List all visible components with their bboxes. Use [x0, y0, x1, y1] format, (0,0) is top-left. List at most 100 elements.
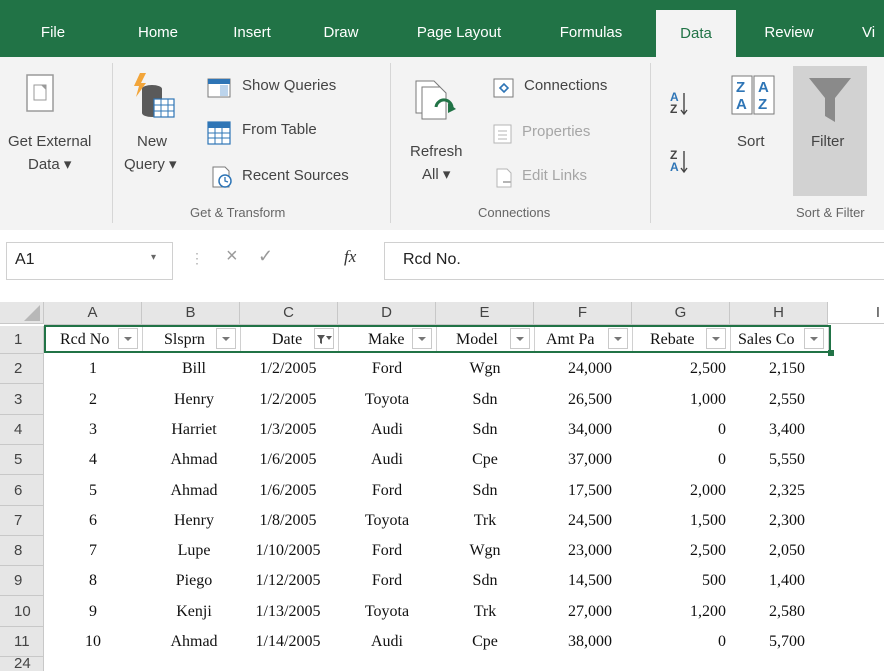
tab-formulas[interactable]: Formulas: [547, 0, 635, 57]
cell-make[interactable]: Ford: [338, 354, 436, 384]
cell-date[interactable]: 1/2/2005: [240, 354, 336, 384]
cell-rcd-no[interactable]: 5: [44, 475, 142, 506]
cell-sales-commission[interactable]: 5,550: [730, 445, 805, 475]
sort-ascending-button[interactable]: A Z: [668, 87, 690, 121]
row-header[interactable]: 7: [0, 506, 44, 536]
cell-sales-commission[interactable]: 2,050: [730, 536, 805, 566]
cell-sales-commission[interactable]: 2,580: [730, 596, 805, 627]
formula-input[interactable]: Rcd No.: [384, 242, 884, 280]
cell-model[interactable]: Cpe: [436, 445, 534, 475]
cell-rebate[interactable]: 1,200: [632, 596, 726, 627]
cell-rcd-no[interactable]: 10: [44, 627, 142, 657]
cell-salesperson[interactable]: Harriet: [142, 415, 246, 445]
column-header-i[interactable]: I: [828, 302, 884, 324]
header-cell-make[interactable]: Make: [338, 326, 437, 353]
cell-model[interactable]: Sdn: [436, 566, 534, 596]
filter-dropdown-button[interactable]: [216, 328, 236, 349]
cell-rcd-no[interactable]: 9: [44, 596, 142, 627]
cell-rebate[interactable]: 2,500: [632, 536, 726, 566]
cell-salesperson[interactable]: Bill: [142, 354, 246, 384]
cell-date[interactable]: 1/10/2005: [240, 536, 336, 566]
column-header-h[interactable]: H: [730, 302, 828, 325]
cell-rcd-no[interactable]: 1: [44, 354, 142, 384]
cell-salesperson[interactable]: Henry: [142, 506, 246, 536]
cell-rebate[interactable]: 2,500: [632, 354, 726, 384]
tab-home[interactable]: Home: [126, 0, 190, 57]
cell-rcd-no[interactable]: 4: [44, 445, 142, 475]
cell-model[interactable]: Trk: [436, 596, 534, 627]
cell-model[interactable]: Trk: [436, 506, 534, 536]
chevron-down-icon[interactable]: ▾: [151, 252, 156, 263]
fill-handle[interactable]: [828, 350, 834, 356]
header-cell-rebate[interactable]: Rebate: [632, 326, 731, 353]
cell-model[interactable]: Sdn: [436, 384, 534, 415]
cell-rebate[interactable]: 2,000: [632, 475, 726, 506]
cell-amount-paid[interactable]: 27,000: [534, 596, 612, 627]
cell-date[interactable]: 1/14/2005: [240, 627, 336, 657]
cell-rebate[interactable]: 500: [632, 566, 726, 596]
cell-date[interactable]: 1/3/2005: [240, 415, 336, 445]
cell-date[interactable]: 1/13/2005: [240, 596, 336, 627]
cell-make[interactable]: Ford: [338, 475, 436, 506]
tab-file[interactable]: File: [30, 0, 76, 57]
filter-button[interactable]: Filter: [793, 66, 867, 196]
cell-sales-commission[interactable]: 2,300: [730, 506, 805, 536]
sort-descending-button[interactable]: Z A: [668, 145, 690, 179]
enter-check-icon[interactable]: ✓: [258, 246, 273, 267]
row-header[interactable]: 3: [0, 384, 44, 415]
cell-make[interactable]: Ford: [338, 536, 436, 566]
row-header[interactable]: 6: [0, 475, 44, 506]
select-all-corner[interactable]: [0, 302, 44, 324]
cell-model[interactable]: Wgn: [436, 354, 534, 384]
cell-amount-paid[interactable]: 17,500: [534, 475, 612, 506]
cell-sales-commission[interactable]: 5,700: [730, 627, 805, 657]
cell-rebate[interactable]: 1,500: [632, 506, 726, 536]
name-box[interactable]: A1 ▾: [6, 242, 173, 280]
cell-model[interactable]: Sdn: [436, 475, 534, 506]
row-header[interactable]: 1: [0, 326, 44, 354]
cell-rebate[interactable]: 0: [632, 415, 726, 445]
cell-amount-paid[interactable]: 24,000: [534, 354, 612, 384]
header-cell-sales-commission[interactable]: Sales Co: [730, 326, 829, 353]
filter-dropdown-button[interactable]: [804, 328, 824, 349]
cell-sales-commission[interactable]: 2,325: [730, 475, 805, 506]
row-header[interactable]: 10: [0, 596, 44, 627]
row-header[interactable]: 8: [0, 536, 44, 566]
filter-applied-dropdown-button[interactable]: [314, 328, 334, 349]
cell-sales-commission[interactable]: 2,550: [730, 384, 805, 415]
cell-rcd-no[interactable]: 3: [44, 415, 142, 445]
cell-date[interactable]: 1/12/2005: [240, 566, 336, 596]
cell-amount-paid[interactable]: 24,500: [534, 506, 612, 536]
cell-sales-commission[interactable]: 2,150: [730, 354, 805, 384]
header-cell-rcd-no[interactable]: Rcd No: [44, 326, 143, 353]
cell-amount-paid[interactable]: 14,500: [534, 566, 612, 596]
cell-make[interactable]: Toyota: [338, 506, 436, 536]
filter-dropdown-button[interactable]: [412, 328, 432, 349]
row-header[interactable]: 4: [0, 415, 44, 445]
cancel-icon[interactable]: ×: [226, 245, 238, 268]
cell-make[interactable]: Toyota: [338, 596, 436, 627]
tab-view[interactable]: Vi: [862, 0, 884, 57]
cell-date[interactable]: 1/2/2005: [240, 384, 336, 415]
cell-make[interactable]: Toyota: [338, 384, 436, 415]
cell-amount-paid[interactable]: 38,000: [534, 627, 612, 657]
filter-dropdown-button[interactable]: [608, 328, 628, 349]
row-header[interactable]: 9: [0, 566, 44, 596]
header-cell-date[interactable]: Date: [240, 326, 339, 353]
tab-review[interactable]: Review: [752, 0, 826, 57]
cell-sales-commission[interactable]: 1,400: [730, 566, 805, 596]
filter-dropdown-button[interactable]: [706, 328, 726, 349]
cell-salesperson[interactable]: Ahmad: [142, 627, 246, 657]
cell-salesperson[interactable]: Lupe: [142, 536, 246, 566]
cell-salesperson[interactable]: Ahmad: [142, 445, 246, 475]
cell-amount-paid[interactable]: 26,500: [534, 384, 612, 415]
cell-make[interactable]: Audi: [338, 445, 436, 475]
cell-date[interactable]: 1/6/2005: [240, 445, 336, 475]
cell-make[interactable]: Ford: [338, 566, 436, 596]
row-header[interactable]: 5: [0, 445, 44, 475]
column-header-b[interactable]: B: [142, 302, 240, 325]
cell-date[interactable]: 1/8/2005: [240, 506, 336, 536]
cell-rcd-no[interactable]: 2: [44, 384, 142, 415]
cell-model[interactable]: Sdn: [436, 415, 534, 445]
column-header-c[interactable]: C: [240, 302, 338, 325]
